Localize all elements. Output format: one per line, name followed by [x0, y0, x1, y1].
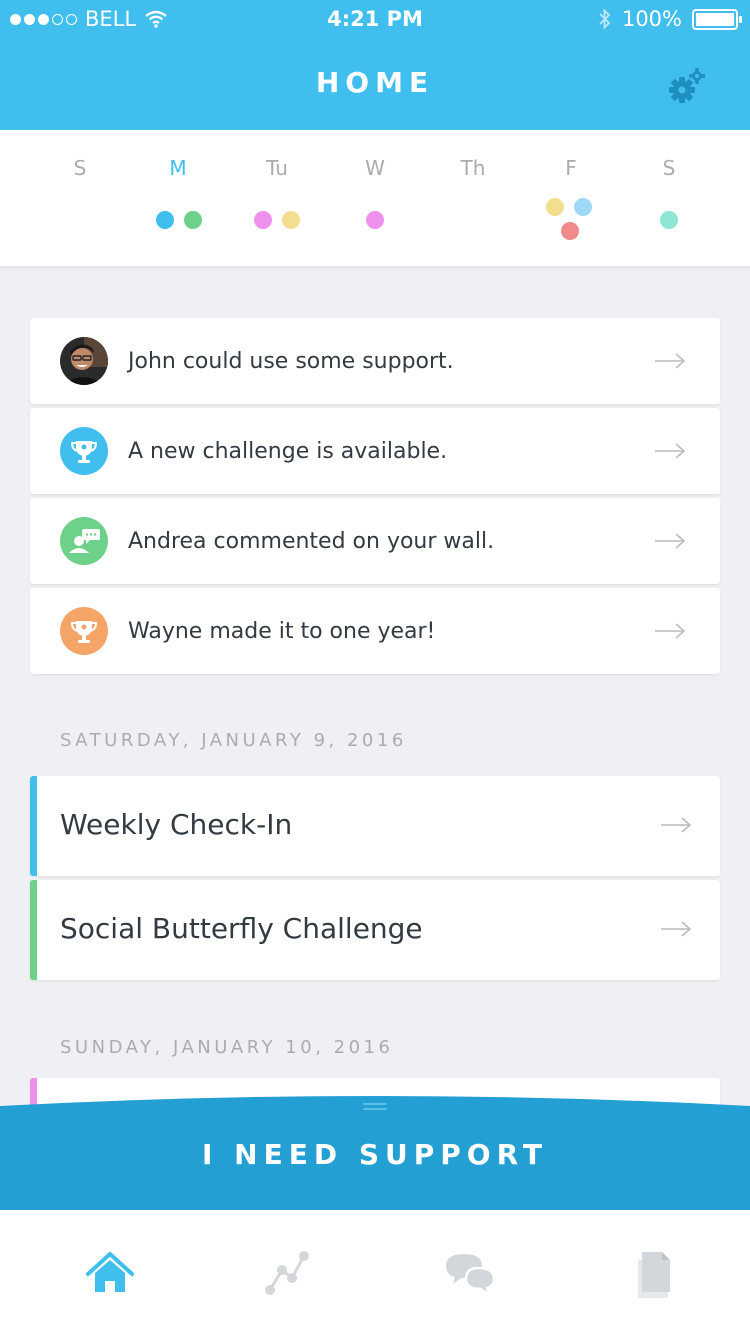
- notification-text: John could use some support.: [128, 349, 454, 374]
- activity-dot: [561, 222, 579, 240]
- trophy-icon: [60, 607, 108, 655]
- notification-card[interactable]: Wayne made it to one year!: [30, 588, 720, 674]
- activity-dot: [546, 198, 564, 216]
- notification-card[interactable]: A new challenge is available.: [30, 408, 720, 494]
- day-saturday[interactable]: S: [619, 156, 719, 180]
- activity-item[interactable]: Weekly Check-In: [30, 776, 720, 876]
- day-monday[interactable]: M: [128, 156, 228, 180]
- progress-graph-icon[interactable]: [256, 1246, 316, 1302]
- settings-gear-icon[interactable]: [664, 66, 708, 106]
- notification-card[interactable]: Andrea commented on your wall.: [30, 498, 720, 584]
- avatar: [60, 337, 108, 385]
- battery-icon: [692, 8, 742, 30]
- day-thursday[interactable]: Th: [423, 156, 523, 180]
- activity-item[interactable]: Social Butterfly Challenge: [30, 880, 720, 980]
- status-right: 100%: [598, 7, 742, 31]
- notification-text: A new challenge is available.: [128, 439, 448, 464]
- trophy-icon: [60, 427, 108, 475]
- activity-dot: [156, 211, 174, 229]
- bluetooth-icon: [599, 8, 611, 30]
- status-bar: BELL 4:21 PM 100%: [0, 0, 750, 40]
- top-header: BELL 4:21 PM 100% HOME: [0, 0, 750, 130]
- arrow-right-icon: [655, 623, 686, 639]
- accent-bar: [30, 880, 37, 980]
- activity-title: Weekly Check-In: [60, 808, 293, 841]
- day-label: S: [73, 156, 87, 180]
- activity-dot: [366, 211, 384, 229]
- activity-dot: [574, 198, 592, 216]
- arrow-right-icon: [661, 921, 692, 937]
- arrow-right-icon: [661, 817, 692, 833]
- day-label: M: [169, 156, 187, 180]
- notification-text: Andrea commented on your wall.: [128, 529, 495, 554]
- support-button-label: I NEED SUPPORT: [202, 1138, 548, 1171]
- arrow-right-icon: [655, 353, 686, 369]
- chat-bubbles-icon[interactable]: [440, 1246, 500, 1302]
- activity-title: Social Butterfly Challenge: [60, 912, 423, 945]
- activity-dot: [282, 211, 300, 229]
- arrow-right-icon: [655, 533, 686, 549]
- day-label: W: [365, 156, 385, 180]
- arrow-right-icon: [655, 443, 686, 459]
- day-label: S: [662, 156, 676, 180]
- activity-dot: [254, 211, 272, 229]
- home-icon[interactable]: [80, 1246, 140, 1302]
- week-calendar-strip: S M Tu W Th F S: [0, 130, 750, 266]
- day-friday[interactable]: F: [521, 156, 621, 180]
- day-label: F: [565, 156, 577, 180]
- drag-handle-icon[interactable]: [363, 1102, 387, 1112]
- activity-dot: [184, 211, 202, 229]
- notification-card[interactable]: John could use some support.: [30, 318, 720, 404]
- activity-dots: [0, 182, 750, 242]
- notification-text: Wayne made it to one year!: [128, 619, 436, 644]
- accent-bar: [30, 776, 37, 876]
- section-date-header: SATURDAY, JANUARY 9, 2016: [60, 730, 407, 751]
- section-date-header: SUNDAY, JANUARY 10, 2016: [60, 1037, 394, 1058]
- comment-user-icon: [60, 517, 108, 565]
- day-label: Tu: [266, 156, 288, 180]
- support-button[interactable]: I NEED SUPPORT: [0, 1094, 750, 1210]
- documents-icon[interactable]: [624, 1246, 684, 1302]
- activity-dot: [660, 211, 678, 229]
- tab-bar: [0, 1210, 750, 1334]
- page-title: HOME: [315, 66, 435, 99]
- day-tuesday[interactable]: Tu: [227, 156, 327, 180]
- day-wednesday[interactable]: W: [325, 156, 425, 180]
- day-sunday[interactable]: S: [30, 156, 130, 180]
- day-label: Th: [460, 156, 486, 180]
- battery-label: 100%: [621, 7, 682, 31]
